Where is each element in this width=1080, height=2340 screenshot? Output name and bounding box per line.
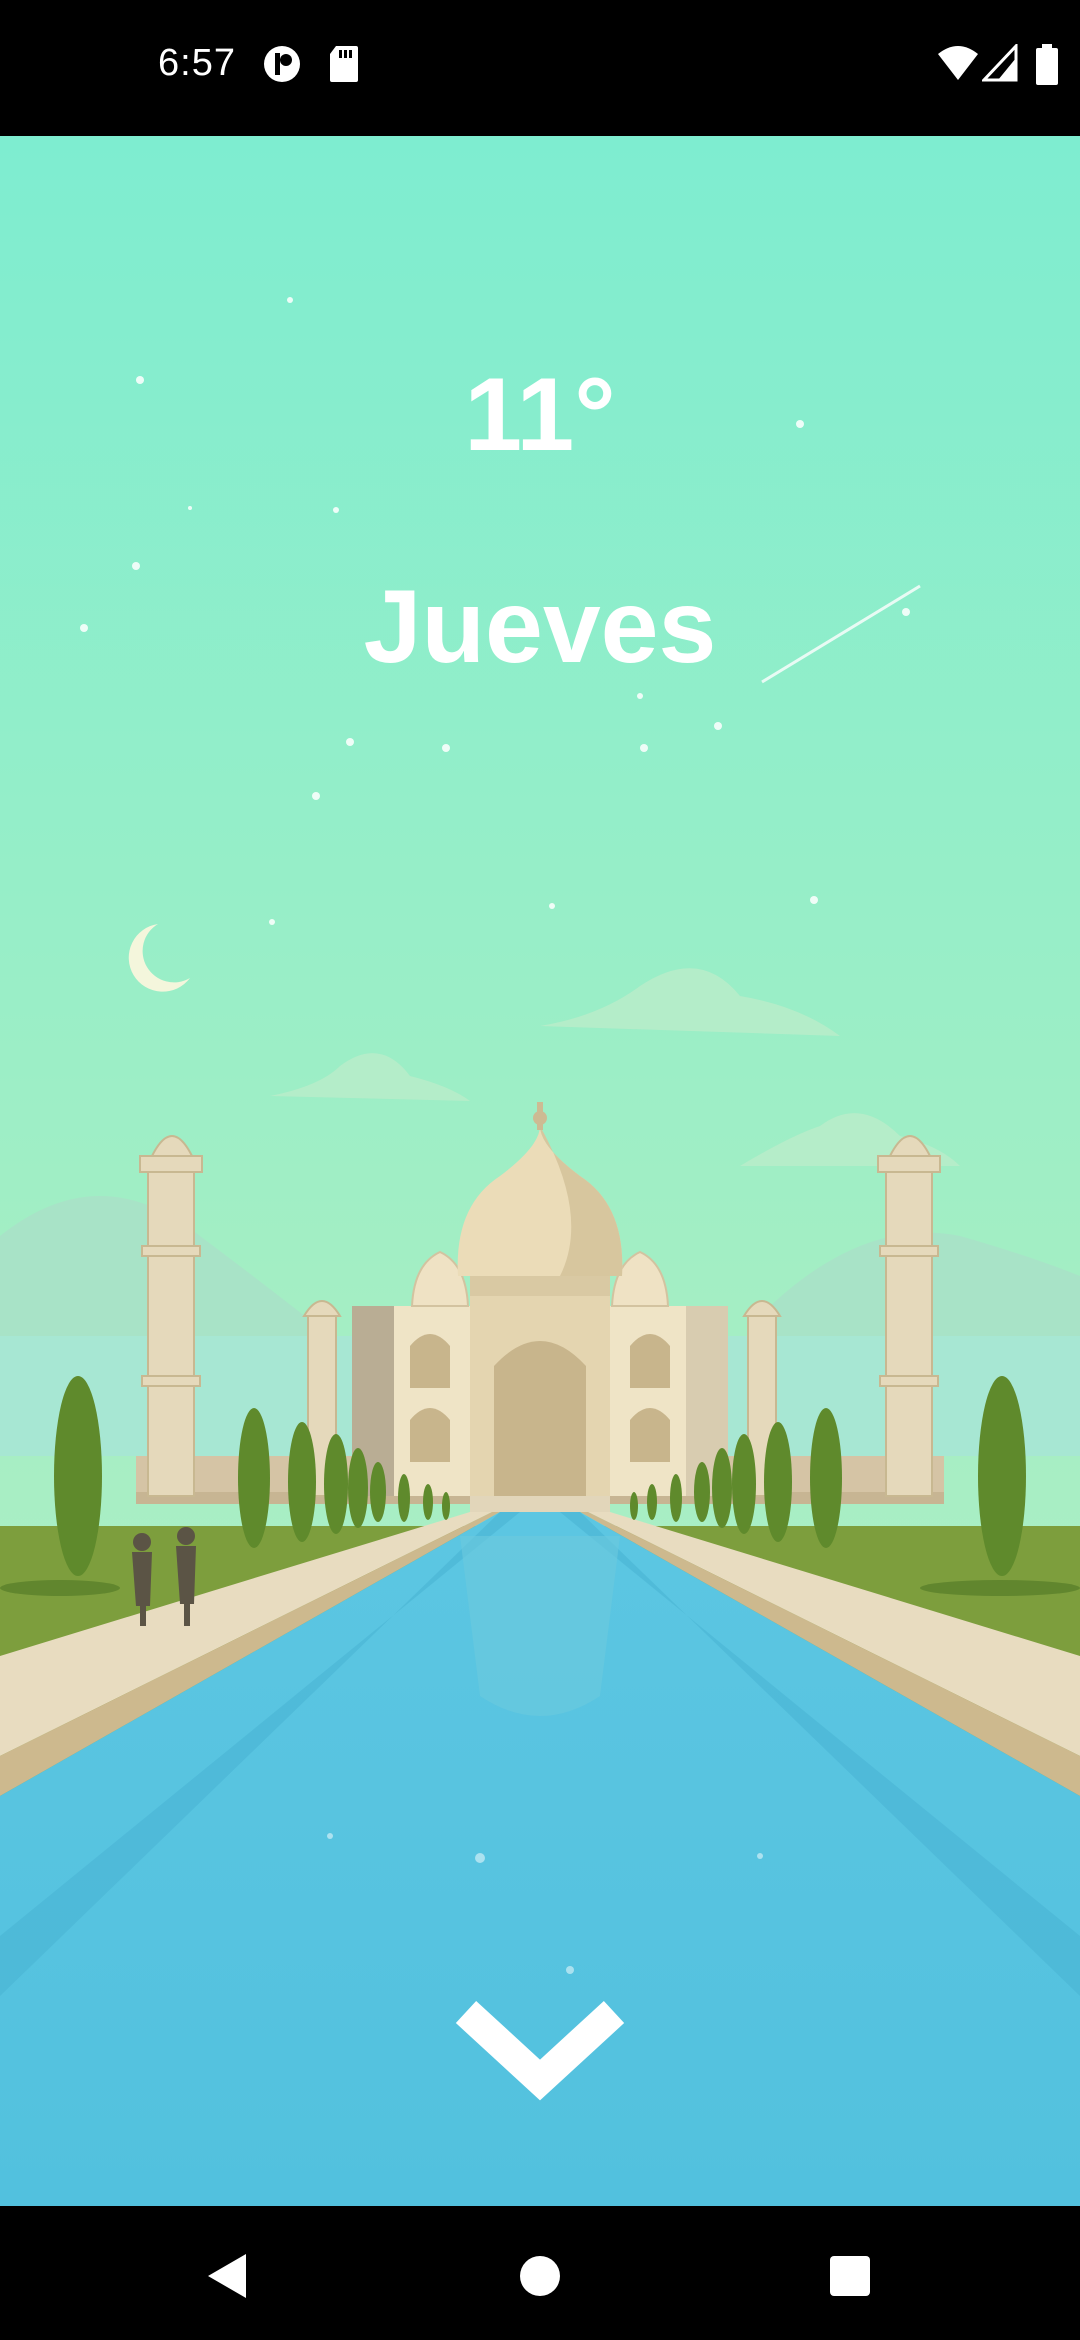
temperature-readout: 11°: [464, 357, 616, 473]
wifi-icon: [938, 46, 978, 80]
back-button[interactable]: [176, 2226, 276, 2326]
recents-icon: [830, 2256, 870, 2296]
navigation-bar: [0, 2206, 1080, 2340]
cell-signal-icon: [982, 44, 1018, 82]
chevron-down-icon: [455, 2000, 625, 2101]
status-time: 6:57: [158, 42, 236, 84]
back-icon: [208, 2254, 246, 2298]
battery-icon: [1036, 44, 1058, 85]
home-button[interactable]: [490, 2226, 590, 2326]
home-icon: [520, 2256, 560, 2296]
sd-card-icon: [330, 46, 358, 82]
status-bar: 6:57: [0, 0, 1080, 136]
scroll-down-button[interactable]: [450, 1976, 630, 2126]
privacy-app-icon: [264, 46, 300, 82]
recents-button[interactable]: [800, 2226, 900, 2326]
weather-screen: 11° Jueves: [0, 136, 1080, 2206]
day-label: Jueves: [363, 569, 717, 685]
